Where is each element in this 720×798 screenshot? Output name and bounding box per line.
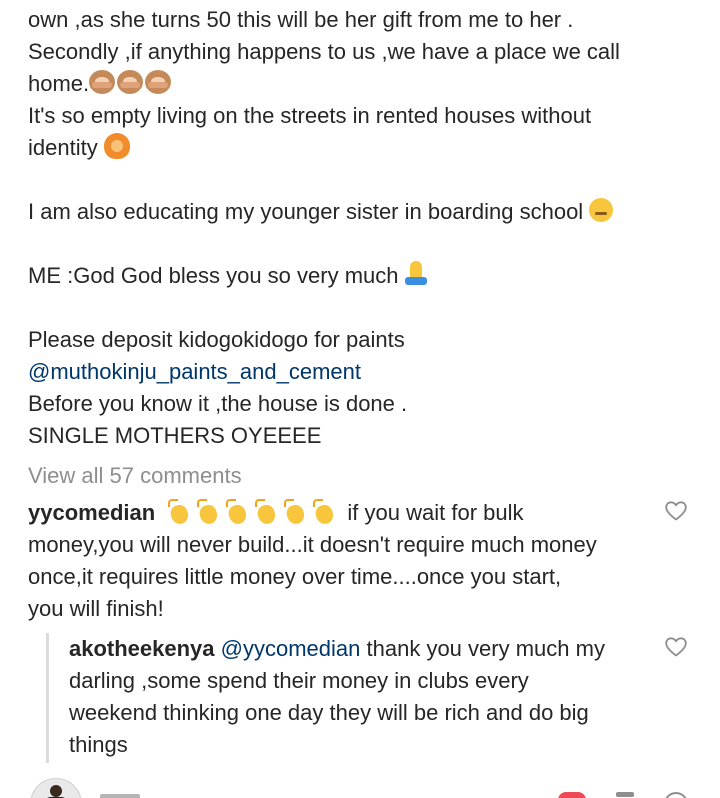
clapping-hands-icon <box>225 499 249 525</box>
reply-text: things <box>69 732 128 757</box>
comment-line: you will finish! <box>28 593 164 625</box>
caption-text: It's so empty living on the streets in r… <box>28 103 592 128</box>
red-heart-icon <box>558 792 586 798</box>
caption-text: Before you know it ,the house is done . <box>28 391 408 416</box>
comment-line: yycomedian if you wait for bulk <box>28 497 524 529</box>
person-gesturing-icon <box>103 133 130 159</box>
heart-outline-icon[interactable] <box>664 792 688 798</box>
comment-line: money,you will never build...it doesn't … <box>28 529 597 561</box>
caption-line: home. <box>28 68 173 100</box>
caption-text: home. <box>28 71 90 96</box>
caption-line: SINGLE MOTHERS OYEEEE <box>28 420 321 452</box>
see-no-evil-monkey-icon <box>89 70 116 94</box>
reply-mention-link[interactable]: @yycomedian <box>221 636 361 661</box>
caption-text: identity <box>28 135 98 160</box>
reply-username[interactable]: akotheekenya <box>69 636 215 661</box>
folded-hands-icon <box>404 261 427 287</box>
caption-text: Secondly ,if anything happens to us ,we … <box>28 39 620 64</box>
caption-line: identity <box>28 132 130 164</box>
reply-text: weekend thinking one day they will be ri… <box>69 700 589 725</box>
see-no-evil-monkey-icon <box>145 70 172 94</box>
view-all-comments-link[interactable]: View all 57 comments <box>28 460 242 492</box>
caption-line: Before you know it ,the house is done . <box>28 388 407 420</box>
reply-line: darling ,some spend their money in clubs… <box>69 665 529 697</box>
see-no-evil-monkey-icon <box>117 70 144 94</box>
reply-thread: akotheekenya @yycomedian thank you very … <box>46 633 661 763</box>
caption-line: I am also educating my younger sister in… <box>28 196 614 228</box>
reply-line: things <box>69 729 128 761</box>
reply-text: thank you very much my <box>366 636 605 661</box>
caption-text: Please deposit kidogokidogo for paints <box>28 327 405 352</box>
clapping-hands-icon <box>312 499 336 525</box>
thinking-face-icon <box>589 198 614 222</box>
comment-text: you will finish! <box>28 596 164 621</box>
caption-line: It's so empty living on the streets in r… <box>28 100 591 132</box>
reply-line: akotheekenya @yycomedian thank you very … <box>69 633 605 665</box>
caption-text: SINGLE MOTHERS OYEEEE <box>28 423 322 448</box>
reply-line: weekend thinking one day they will be ri… <box>69 697 589 729</box>
reply-text: darling ,some spend their money in clubs… <box>69 668 529 693</box>
clapping-hands-icon <box>167 499 191 525</box>
comment-username[interactable]: yycomedian <box>28 500 155 525</box>
caption-mention-link[interactable]: @muthokinju_paints_and_cement <box>28 356 361 388</box>
caption-line: Secondly ,if anything happens to us ,we … <box>28 36 620 68</box>
avatar[interactable] <box>30 778 82 798</box>
comment-line: once,it requires little money over time.… <box>28 561 561 593</box>
username-cut-off <box>100 794 140 798</box>
comment-text: money,you will never build...it doesn't … <box>28 532 597 557</box>
text-cut-off <box>616 792 634 797</box>
caption-line: ME :God God bless you so very much <box>28 260 427 292</box>
clapping-hands-icon <box>283 499 307 525</box>
heart-outline-icon[interactable] <box>664 499 688 523</box>
caption-line: Please deposit kidogokidogo for paints <box>28 324 405 356</box>
comment-text: if you wait for bulk <box>347 500 524 525</box>
caption-text: ME :God God bless you so very much <box>28 263 399 288</box>
caption-text: own ,as she turns 50 this will be her gi… <box>28 7 574 32</box>
caption-text: I am also educating my younger sister in… <box>28 199 584 224</box>
caption-cut-line: own ,as she turns 50 this will be her gi… <box>28 4 573 36</box>
clapping-hands-icon <box>254 499 278 525</box>
clapping-hands-icon <box>196 499 220 525</box>
heart-outline-icon[interactable] <box>664 635 688 659</box>
comment-text: once,it requires little money over time.… <box>28 564 562 589</box>
next-comment-partial <box>0 778 720 798</box>
